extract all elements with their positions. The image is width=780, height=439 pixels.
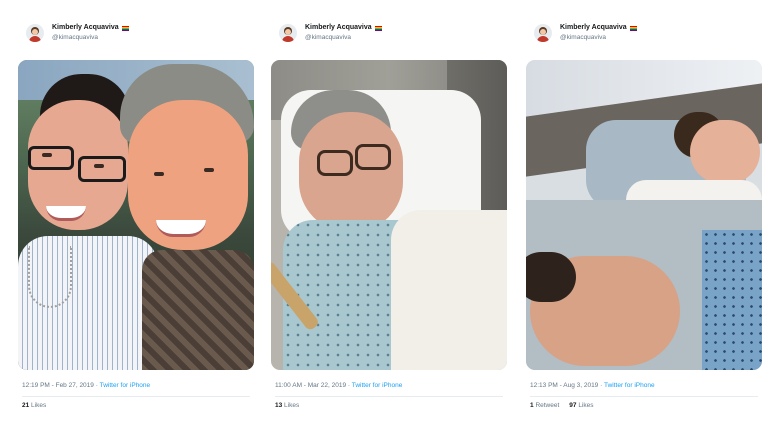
tweet-card-3: Kimberly Acquaviva @kimacquaviva 12:13 P…: [526, 0, 762, 439]
rainbow-flag-icon: [629, 25, 637, 31]
tweet-header: Kimberly Acquaviva @kimacquaviva: [26, 22, 129, 44]
likes-stat[interactable]: 21 Likes: [22, 402, 46, 409]
timestamp[interactable]: 12:13 PM - Aug 3, 2019: [530, 382, 598, 389]
tweet-meta: 11:00 AM - Mar 22, 2019 · Twitter for iP…: [275, 382, 402, 389]
avatar[interactable]: [279, 24, 297, 42]
avatar[interactable]: [534, 24, 552, 42]
author-name[interactable]: Kimberly Acquaviva: [305, 23, 372, 33]
tweet-photo[interactable]: [271, 60, 507, 370]
likes-count: 21: [22, 402, 30, 409]
divider: [275, 396, 503, 397]
likes-label: Likes: [31, 402, 47, 409]
tweet-card-2: Kimberly Acquaviva @kimacquaviva 11:00 A…: [271, 0, 507, 439]
tweet-photo[interactable]: [18, 60, 254, 370]
tweet-stats: 13 Likes: [275, 402, 299, 409]
divider: [22, 396, 250, 397]
author-handle[interactable]: @kimacquaviva: [52, 33, 129, 43]
retweets-stat[interactable]: 1 Retweet: [530, 402, 559, 409]
timestamp[interactable]: 11:00 AM - Mar 22, 2019: [275, 382, 346, 389]
tweet-photo[interactable]: [526, 60, 762, 370]
author-handle[interactable]: @kimacquaviva: [560, 33, 637, 43]
retweets-count: 1: [530, 402, 534, 409]
timestamp[interactable]: 12:19 PM - Feb 27, 2019: [22, 382, 94, 389]
author-name[interactable]: Kimberly Acquaviva: [560, 23, 627, 33]
tweet-stats: 1 Retweet 97 Likes: [530, 402, 594, 409]
likes-stat[interactable]: 97 Likes: [569, 402, 593, 409]
tweet-stats: 21 Likes: [22, 402, 46, 409]
tweet-card-1: Kimberly Acquaviva @kimacquaviva 12:19 P…: [18, 0, 254, 439]
tweet-header: Kimberly Acquaviva @kimacquaviva: [534, 22, 637, 44]
author-name[interactable]: Kimberly Acquaviva: [52, 23, 119, 33]
source-link[interactable]: Twitter for iPhone: [604, 382, 655, 389]
tweet-meta: 12:13 PM - Aug 3, 2019 · Twitter for iPh…: [530, 382, 655, 389]
source-link[interactable]: Twitter for iPhone: [100, 382, 151, 389]
likes-label: Likes: [578, 402, 594, 409]
source-link[interactable]: Twitter for iPhone: [352, 382, 403, 389]
rainbow-flag-icon: [374, 25, 382, 31]
likes-count: 13: [275, 402, 283, 409]
likes-count: 97: [569, 402, 577, 409]
likes-stat[interactable]: 13 Likes: [275, 402, 299, 409]
divider: [530, 396, 758, 397]
tweet-meta: 12:19 PM - Feb 27, 2019 · Twitter for iP…: [22, 382, 150, 389]
author-handle[interactable]: @kimacquaviva: [305, 33, 382, 43]
avatar[interactable]: [26, 24, 44, 42]
tweet-header: Kimberly Acquaviva @kimacquaviva: [279, 22, 382, 44]
retweets-label: Retweet: [535, 402, 560, 409]
likes-label: Likes: [284, 402, 300, 409]
rainbow-flag-icon: [121, 25, 129, 31]
